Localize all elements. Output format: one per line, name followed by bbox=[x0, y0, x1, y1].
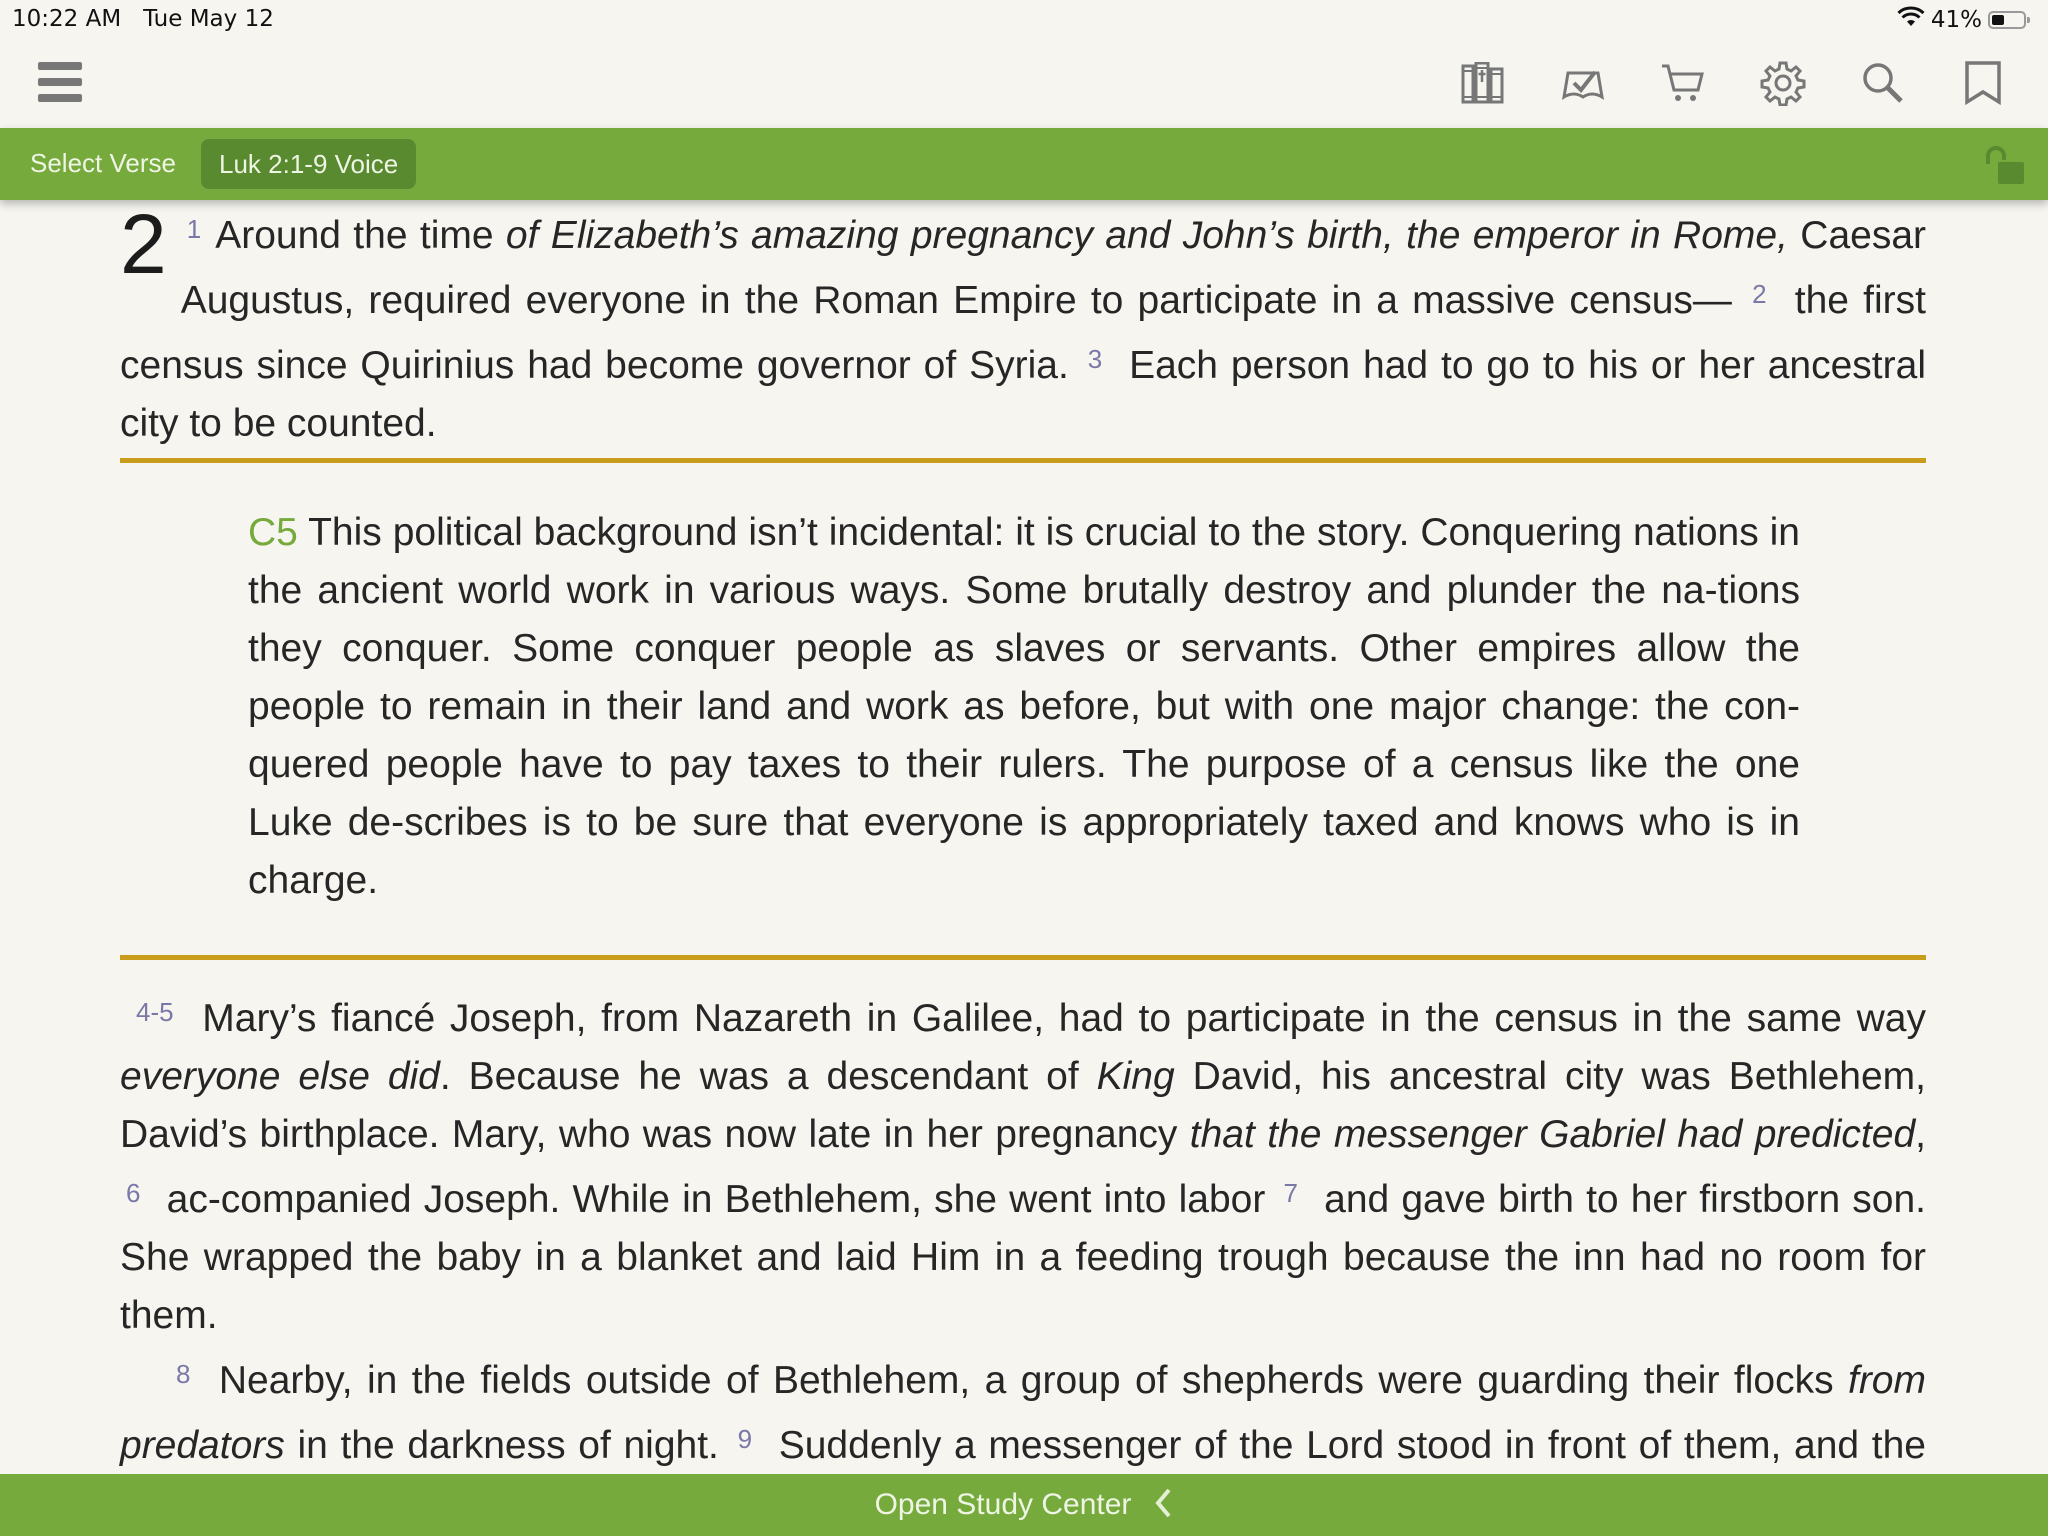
verse-text: ac-companied Joseph. While in Bethlehem,… bbox=[166, 1178, 1266, 1221]
status-time: 10:22 AM bbox=[12, 6, 122, 32]
verse-text-italic: that the messenger Gabriel had predicted bbox=[1189, 1113, 1916, 1156]
reading-plan-icon[interactable] bbox=[1558, 58, 1608, 108]
bookmark-icon[interactable] bbox=[1958, 58, 2008, 108]
paragraph-verses-1-3: 2 1 Around the time of Elizabeth’s amazing… bbox=[120, 200, 1926, 453]
search-icon[interactable] bbox=[1858, 58, 1908, 108]
wifi-icon bbox=[1897, 6, 1925, 34]
verse-number[interactable]: 6 bbox=[126, 1178, 140, 1208]
verse-text: Around the time bbox=[215, 214, 506, 257]
battery-percent: 41% bbox=[1930, 7, 1982, 33]
battery-icon bbox=[1988, 11, 2030, 29]
battery-level bbox=[1992, 15, 2005, 25]
verse-number[interactable]: 9 bbox=[738, 1424, 752, 1454]
verse-text: . Because he was a descendant of bbox=[439, 1055, 1097, 1098]
select-verse-button[interactable]: Select Verse bbox=[30, 148, 176, 179]
verse-number[interactable]: 4-5 bbox=[136, 997, 174, 1027]
reference-button[interactable]: Luk 2:1-9 Voice bbox=[201, 139, 417, 189]
commentary-note: C5 This political background isn’t incid… bbox=[248, 504, 1800, 910]
verse-text: in the darkness of night. bbox=[284, 1424, 719, 1467]
commentary-ref[interactable]: C5 bbox=[248, 511, 298, 554]
verse-number[interactable]: 1 bbox=[187, 214, 201, 244]
verse-selection-bar: Select Verse Luk 2:1-9 Voice bbox=[0, 128, 2048, 200]
settings-gear-icon[interactable] bbox=[1758, 58, 1808, 108]
hamburger-menu-icon[interactable] bbox=[38, 62, 82, 104]
verse-text-italic: of Elizabeth’s amazing pregnancy and Joh… bbox=[505, 214, 1788, 257]
status-bar: 10:22 AM Tue May 12 41% bbox=[0, 0, 2048, 40]
verse-text: , bbox=[1915, 1113, 1926, 1156]
status-date: Tue May 12 bbox=[143, 6, 274, 32]
verse-number[interactable]: 2 bbox=[1752, 279, 1766, 309]
toolbar-icons bbox=[1458, 58, 2008, 108]
status-right: 41% bbox=[1897, 6, 2030, 34]
passage-text-continued: 4-5 Mary’s fiancé Joseph, from Nazareth … bbox=[120, 983, 1926, 1533]
unlocked-padlock-icon[interactable] bbox=[1984, 146, 2026, 186]
verse-text: Mary’s fiancé Joseph, from Nazareth in G… bbox=[202, 997, 1926, 1040]
status-time-date: 10:22 AM Tue May 12 bbox=[12, 6, 274, 32]
study-center-label: Open Study Center bbox=[874, 1488, 1132, 1521]
verse-number[interactable]: 3 bbox=[1088, 344, 1102, 374]
top-toolbar bbox=[0, 40, 2048, 128]
open-study-center-button[interactable]: Open Study Center bbox=[0, 1474, 2048, 1536]
commentary-divider-top bbox=[120, 458, 1926, 463]
verse-text: Nearby, in the fields outside of Bethleh… bbox=[218, 1359, 1848, 1402]
verse-text-italic: everyone else did bbox=[120, 1055, 440, 1098]
verse-number[interactable]: 7 bbox=[1284, 1178, 1298, 1208]
commentary-text: This political background isn’t incident… bbox=[248, 511, 1800, 902]
verse-number[interactable]: 8 bbox=[176, 1359, 190, 1389]
chevron-left-icon bbox=[1153, 1487, 1173, 1524]
chapter-number: 2 bbox=[120, 197, 167, 291]
paragraph-verses-4-7: 4-5 Mary’s fiancé Joseph, from Nazareth … bbox=[120, 983, 1926, 1345]
verse-text-italic: King bbox=[1096, 1055, 1175, 1098]
library-icon[interactable] bbox=[1458, 58, 1508, 108]
store-cart-icon[interactable] bbox=[1658, 58, 1708, 108]
passage-text: 2 1 Around the time of Elizabeth’s amazing… bbox=[120, 200, 1926, 453]
commentary-divider-bottom bbox=[120, 955, 1926, 960]
